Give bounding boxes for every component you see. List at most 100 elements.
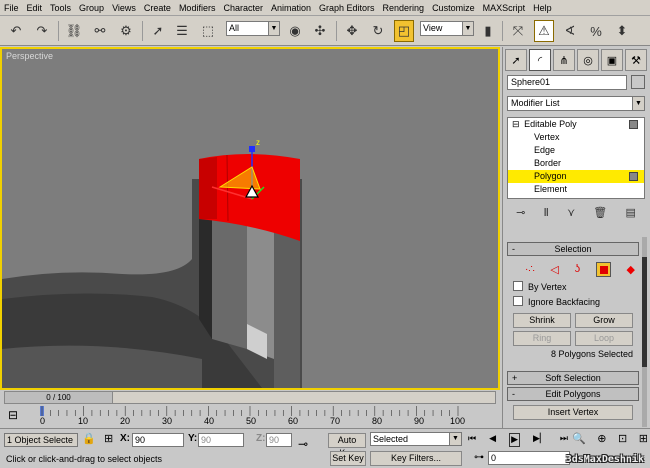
zoom-all-icon[interactable]: ⊕ [597,432,606,448]
set-key-button[interactable]: Set Key [330,451,366,466]
stack-item-border[interactable]: Border [508,157,644,170]
show-end-result-icon[interactable]: Ⅱ [543,206,548,219]
menu-tools[interactable]: Tools [46,0,75,16]
object-color-swatch[interactable] [631,75,645,89]
status-bar: 1 Object Selecte 🔒 ⊞ X: 90 Y: 90 Z: 90 ⊸… [0,428,650,468]
time-slider[interactable]: 0 / 100 [4,391,496,404]
configure-modifier-sets-icon[interactable]: ▤ [625,206,635,219]
selection-rollout-header[interactable]: - Selection [507,242,639,256]
select-and-move-icon[interactable]: ✥ [342,20,362,42]
menu-create[interactable]: Create [140,0,175,16]
by-vertex-checkbox[interactable] [513,281,523,291]
ignore-backfacing-checkbox[interactable] [513,296,523,306]
panel-scrollbar-thumb[interactable] [642,257,647,367]
grow-button[interactable]: Grow [575,313,633,328]
border-level-icon[interactable]: ʖ [575,263,581,275]
zoom-icon[interactable]: 🔍 [572,432,586,448]
play-icon[interactable]: ▶ [509,433,520,447]
go-to-start-icon[interactable]: ⏮ [468,433,476,447]
absolute-mode-icon[interactable]: ⊞ [104,432,113,445]
menu-graph-editors[interactable]: Graph Editors [315,0,379,16]
stack-item-element[interactable]: Element [508,183,644,196]
menu-file[interactable]: File [0,0,23,16]
menu-animation[interactable]: Animation [267,0,315,16]
go-to-end-icon[interactable]: ⏭ [560,433,568,447]
select-and-manipulate-2-icon[interactable]: ⤧ [508,20,528,42]
shrink-button[interactable]: Shrink [513,313,571,328]
menu-help[interactable]: Help [529,0,556,16]
utilities-tab-icon[interactable]: ⚒ [625,49,647,71]
create-tab-icon[interactable]: ➚ [505,49,527,71]
use-pivot-center-icon[interactable]: ▮ [478,20,498,42]
pin-stack-icon[interactable]: ⊸ [516,206,525,219]
menu-maxscript[interactable]: MAXScript [479,0,530,16]
zoom-extents-all-icon[interactable]: ⊞ [639,432,648,448]
ring-button[interactable]: Ring [513,331,571,346]
spinner-snap-icon[interactable]: ⬍ [612,20,632,42]
stack-item-edge[interactable]: Edge [508,144,644,157]
polygon-level-icon[interactable] [595,261,611,277]
z-coordinate-field[interactable]: 90 [266,433,292,447]
key-mode-dropdown[interactable]: Selected ▼ [370,432,462,446]
lock-selection-icon[interactable]: 🔒 [82,432,96,445]
panel-scrollbar[interactable] [642,237,647,427]
select-object-icon[interactable]: ➚ [148,20,168,42]
select-by-name-icon[interactable]: ☰ [172,20,192,42]
zoom-extents-icon[interactable]: ⊡ [618,432,627,448]
select-and-scale-icon[interactable]: ◰ [394,20,414,42]
modify-tab-icon[interactable]: ◜ [529,49,551,71]
menu-rendering[interactable]: Rendering [379,0,429,16]
menu-character[interactable]: Character [219,0,267,16]
element-level-icon[interactable]: ◆ [626,263,634,276]
menu-modifiers[interactable]: Modifiers [175,0,220,16]
edge-level-icon[interactable]: ◁ [550,263,558,276]
stack-item-polygon[interactable]: Polygon [508,170,644,183]
modifier-list-dropdown[interactable]: Modifier List ▼ [507,96,645,111]
object-name-field[interactable]: Sphere01 [507,75,627,90]
reference-coordinate-dropdown[interactable]: View ▼ [420,21,474,36]
select-and-link-icon[interactable]: ⛓ [64,20,84,42]
menu-customize[interactable]: Customize [428,0,479,16]
remove-modifier-icon[interactable]: 🗑 [593,206,607,219]
perspective-viewport[interactable]: Perspective z [0,47,500,390]
percent-snap-icon[interactable]: % [586,20,606,42]
motion-tab-icon[interactable]: ◎ [577,49,599,71]
key-icon[interactable]: ⊸ [298,437,308,451]
rectangular-selection-icon[interactable]: ⬚ [198,20,218,42]
unlink-icon[interactable]: ⚯ [90,20,110,42]
key-mode-toggle-icon[interactable]: ⊶ [474,452,484,463]
y-coordinate-field[interactable]: 90 [198,433,244,447]
stack-item-vertex[interactable]: Vertex [508,131,644,144]
soft-selection-rollout-header[interactable]: + Soft Selection [507,371,639,385]
select-and-rotate-icon[interactable]: ↻ [368,20,388,42]
hierarchy-tab-icon[interactable]: ⋔ [553,49,575,71]
loop-button[interactable]: Loop [575,331,633,346]
redo-icon[interactable]: ↷ [32,20,52,42]
vertex-level-icon[interactable]: ·∴ [525,264,535,275]
track-bar-toggle-icon[interactable]: ⊟ [8,408,18,422]
key-filters-button[interactable]: Key Filters... [370,451,462,466]
menu-edit[interactable]: Edit [23,0,47,16]
current-frame-field[interactable]: 0 [488,451,570,465]
gizmo-z-handle[interactable] [249,146,255,152]
selection-filter-dropdown[interactable]: All ▼ [226,21,280,36]
insert-vertex-button[interactable]: Insert Vertex [513,405,633,420]
stack-item-editable-poly[interactable]: ⊟ Editable Poly [508,118,644,131]
crossing-selection-icon[interactable]: ✣ [310,20,330,42]
menu-group[interactable]: Group [75,0,108,16]
next-frame-icon[interactable]: ▶▏ [533,433,547,447]
select-and-manipulate-icon[interactable]: ◉ [285,20,305,42]
bind-space-warp-icon[interactable]: ⚙ [116,20,136,42]
x-coordinate-field[interactable]: 90 [132,433,184,447]
display-tab-icon[interactable]: ▣ [601,49,623,71]
collapse-icon[interactable]: ⊟ [512,119,520,129]
snap-toggle-icon[interactable]: ⚠ [534,20,554,42]
angle-snap-icon[interactable]: ∢ [560,20,580,42]
make-unique-icon[interactable]: ⋎ [567,206,575,219]
edit-polygons-rollout-header[interactable]: - Edit Polygons [507,387,639,401]
previous-frame-icon[interactable]: ◀ [489,433,496,447]
time-slider-knob[interactable]: 0 / 100 [5,392,113,403]
undo-icon[interactable]: ↶ [6,20,26,42]
menu-views[interactable]: Views [108,0,140,16]
auto-key-button[interactable]: Auto Key [328,433,366,458]
